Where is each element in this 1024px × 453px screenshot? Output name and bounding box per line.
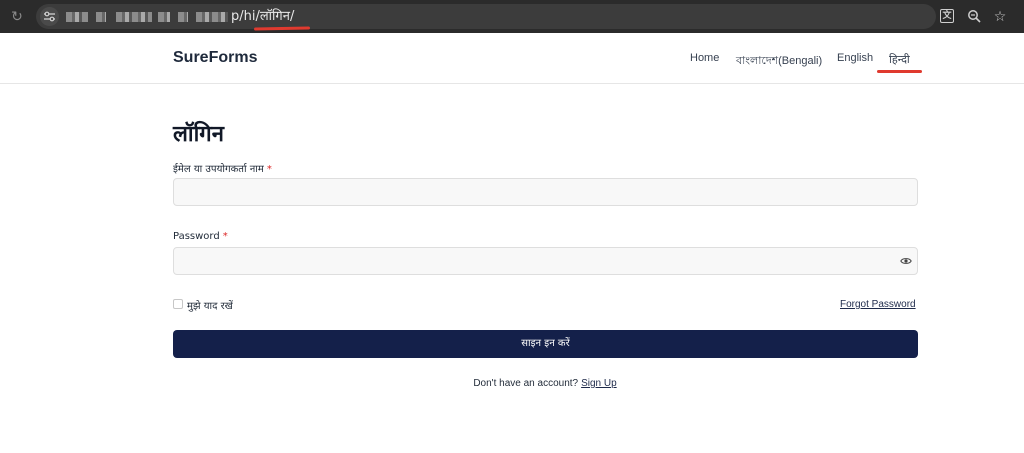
email-label: ईमेल या उपयोगकर्ता नाम *: [173, 164, 272, 175]
remember-me-label: मुझे याद रखें: [187, 301, 233, 312]
browser-toolbar: ↻ p/hi/लॉगिन/ 文 ☆: [0, 0, 1024, 33]
url-redacted-segment: [96, 12, 106, 22]
url-redacted-segment: [196, 12, 228, 22]
url-redacted-segment: [158, 12, 170, 22]
url-redacted-segment: [66, 12, 88, 22]
url-text: p/hi/लॉगिन/: [231, 9, 295, 24]
url-redacted-segment: [116, 12, 152, 22]
nav-english[interactable]: English: [837, 52, 873, 64]
site-brand[interactable]: SureForms: [173, 49, 257, 67]
forgot-password-link[interactable]: Forgot Password: [840, 299, 916, 310]
password-field[interactable]: [173, 247, 918, 275]
bookmark-star-icon[interactable]: ☆: [990, 6, 1010, 26]
nav-hindi[interactable]: हिन्दी: [889, 52, 910, 67]
required-marker: *: [222, 231, 228, 242]
reload-icon[interactable]: ↻: [9, 8, 25, 24]
email-field[interactable]: [173, 178, 918, 206]
signup-prompt: Don't have an account? Sign Up: [0, 378, 1024, 389]
zoom-icon[interactable]: [964, 6, 984, 26]
annotation-underline-hindi: [877, 70, 922, 73]
site-header: SureForms Home বাংলাদেশ(Bengali) English…: [0, 33, 1024, 84]
remember-me-checkbox[interactable]: [173, 299, 183, 309]
sign-up-link[interactable]: Sign Up: [581, 378, 617, 389]
nav-home[interactable]: Home: [690, 52, 719, 64]
url-redacted-segment: [178, 12, 188, 22]
page-title: लॉगिन: [173, 122, 224, 147]
password-label: Password *: [173, 231, 228, 242]
signup-prompt-text: Don't have an account?: [473, 378, 579, 389]
required-marker: *: [266, 164, 272, 175]
nav-bengali[interactable]: বাংলাদেশ(Bengali): [736, 52, 822, 71]
show-password-eye-icon[interactable]: [900, 256, 912, 266]
sign-in-button[interactable]: साइन इन करें: [173, 330, 918, 358]
site-settings-icon[interactable]: [40, 7, 59, 26]
translate-icon[interactable]: 文: [938, 6, 958, 26]
address-bar[interactable]: p/hi/लॉगिन/: [36, 4, 936, 31]
annotation-underline-url: [253, 26, 311, 31]
